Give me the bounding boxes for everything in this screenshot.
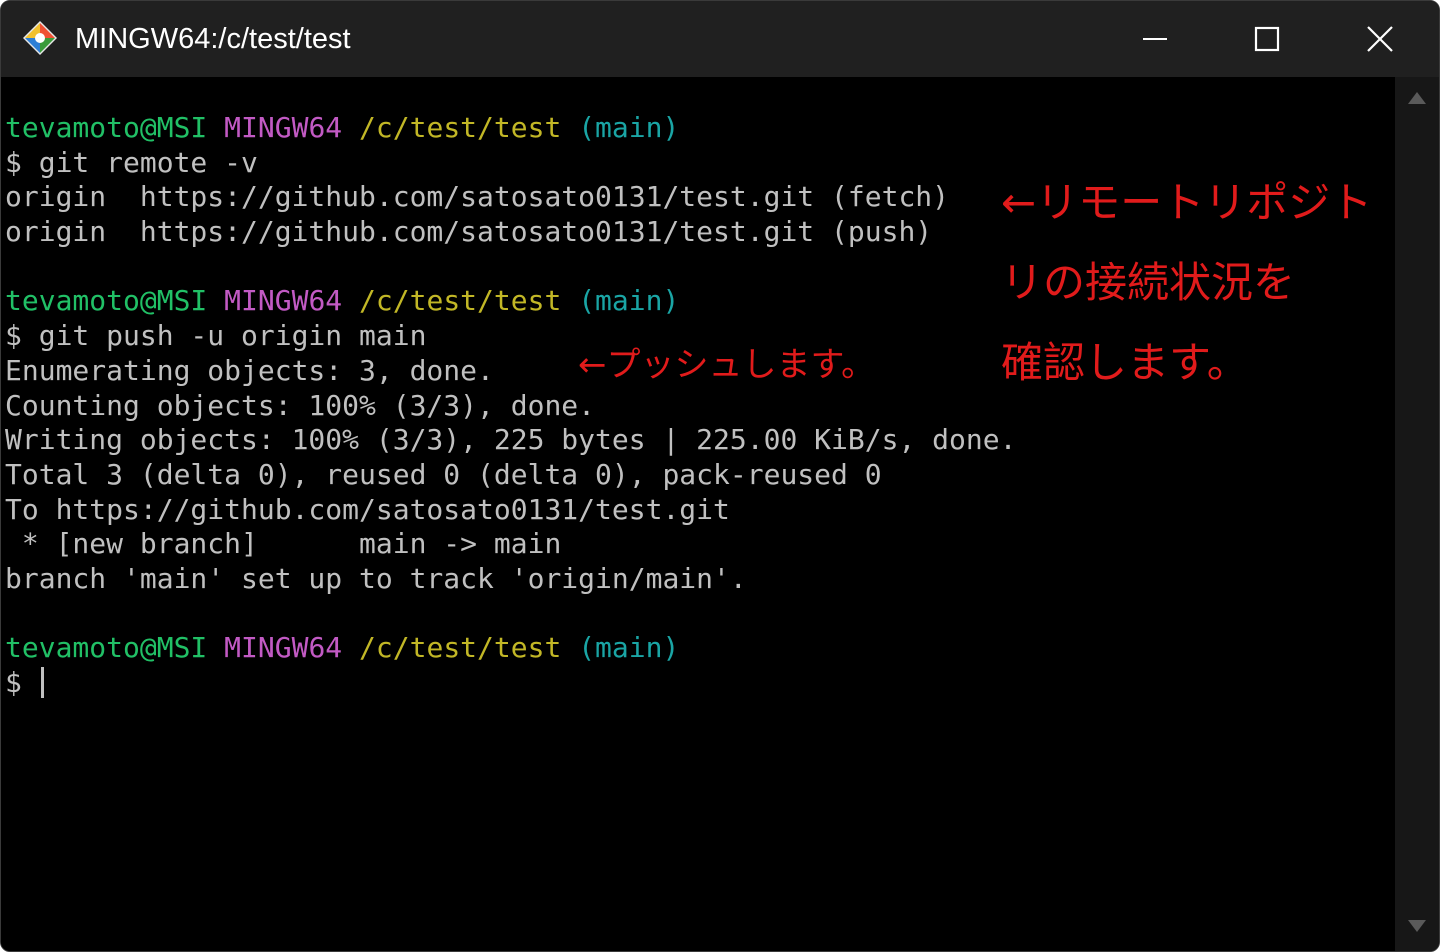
- prompt-symbol: $: [5, 666, 39, 699]
- output-line: Counting objects: 100% (3/3), done.: [5, 388, 596, 422]
- maximize-button[interactable]: [1211, 1, 1323, 77]
- terminal-text: tevamoto@MSI MINGW64 /c/test/test (main)…: [5, 111, 1016, 701]
- output-line: Total 3 (delta 0), reused 0 (delta 0), p…: [5, 457, 882, 491]
- output-line: Writing objects: 100% (3/3), 225 bytes |…: [5, 423, 1017, 457]
- prompt-branch: (main): [578, 284, 680, 318]
- vertical-scrollbar[interactable]: [1395, 77, 1439, 951]
- output-line: branch 'main' set up to track 'origin/ma…: [5, 561, 747, 595]
- prompt-line: tevamoto@MSI MINGW64 /c/test/test (main): [5, 284, 1016, 319]
- prompt-line: tevamoto@MSI MINGW64 /c/test/test (main): [5, 111, 1016, 146]
- command-line: $ git remote -v: [5, 145, 258, 179]
- remote-annotation: ←リモートリポジト リの接続状況を 確認します。: [1001, 163, 1372, 403]
- prompt-line: tevamoto@MSI MINGW64 /c/test/test (main): [5, 631, 1016, 666]
- prompt-branch: (main): [578, 111, 680, 144]
- prompt-branch: (main): [578, 631, 680, 665]
- scroll-down-icon[interactable]: [1407, 919, 1427, 933]
- push-annotation: ←プッシュします。: [578, 345, 876, 385]
- text-cursor: [40, 667, 44, 698]
- output-line: origin https://github.com/satosato0131/t…: [5, 180, 950, 214]
- terminal-window: MINGW64:/c/test/test tevamoto@MSI MINGW6…: [0, 0, 1440, 952]
- prompt-user: tevamoto@MSI: [5, 111, 208, 144]
- remote-annotation-line: リの接続状況を: [1001, 258, 1296, 307]
- close-button[interactable]: [1324, 1, 1436, 77]
- prompt-env: MINGW64: [224, 111, 343, 144]
- window-title: MINGW64:/c/test/test: [75, 23, 351, 55]
- remote-annotation-line: 確認します。: [1001, 338, 1249, 387]
- prompt-path: /c/test/test: [359, 111, 562, 144]
- prompt-path: /c/test/test: [359, 284, 562, 318]
- maximize-icon: [1254, 26, 1280, 52]
- minimize-button[interactable]: [1099, 1, 1211, 77]
- minimize-icon: [1142, 26, 1168, 52]
- output-line: To https://github.com/satosato0131/test.…: [5, 492, 730, 526]
- remote-annotation-line: ←リモートリポジト: [1001, 178, 1373, 227]
- output-line: * [new branch] main -> main: [5, 527, 562, 561]
- scroll-up-icon[interactable]: [1407, 91, 1427, 105]
- git-bash-icon: [21, 19, 59, 57]
- prompt-user: tevamoto@MSI: [5, 284, 208, 318]
- prompt-env: MINGW64: [224, 631, 343, 665]
- prompt-path: /c/test/test: [359, 631, 562, 665]
- prompt-env: MINGW64: [224, 284, 343, 318]
- close-icon: [1366, 25, 1394, 53]
- input-line[interactable]: $: [5, 666, 1016, 701]
- prompt-user: tevamoto@MSI: [5, 631, 208, 665]
- output-line: origin https://github.com/satosato0131/t…: [5, 215, 933, 249]
- title-bar[interactable]: MINGW64:/c/test/test: [1, 1, 1439, 77]
